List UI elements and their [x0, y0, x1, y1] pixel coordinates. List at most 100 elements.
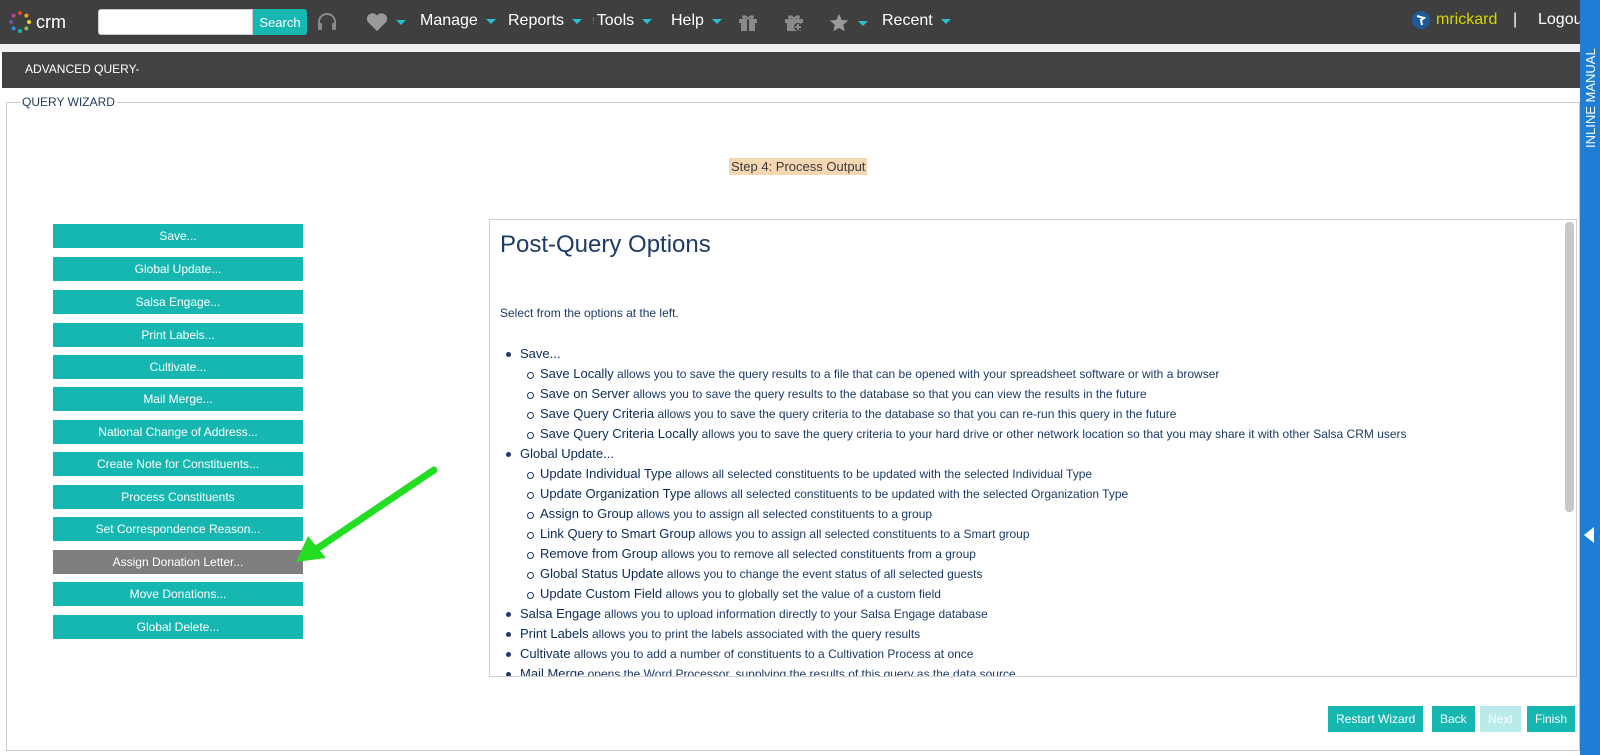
option-term: Print Labels [520, 626, 589, 641]
inline-manual-tab[interactable]: INLINE MANUAL [1580, 0, 1600, 755]
brand-name: crm [36, 11, 66, 32]
chevron-down-icon [940, 18, 951, 24]
option-description-item: Cultivate allows you to add a number of … [500, 644, 1560, 664]
option-description-item: Salsa Engage allows you to upload inform… [500, 604, 1560, 624]
option-description-item: Save... [500, 344, 1560, 364]
option-term: Save Query Criteria Locally [540, 426, 699, 441]
next-button[interactable]: Next [1480, 706, 1521, 732]
user-menu[interactable]: mrickard [1412, 11, 1497, 29]
option-description: allows you to upload information directl… [600, 607, 988, 621]
option-description-item: Print Labels allows you to print the lab… [500, 624, 1560, 644]
menu-tools[interactable]: ! Tools [592, 12, 653, 30]
page-header: ADVANCED QUERY- [2, 52, 1580, 88]
option-description-item: Save Query Criteria allows you to save t… [500, 404, 1560, 424]
menu-manage-label: Manage [420, 12, 478, 29]
panel-intro: Select from the options at the left. [500, 306, 679, 320]
menu-recent[interactable]: Recent [882, 12, 951, 30]
menu-reports[interactable]: Reports [508, 12, 583, 30]
option-term: Remove from Group [540, 546, 658, 561]
option-description-item: Save on Server allows you to save the qu… [500, 384, 1560, 404]
chevron-down-icon [642, 18, 653, 24]
page-title: ADVANCED QUERY- [25, 62, 140, 76]
option-ncoa-button[interactable]: National Change of Address... [53, 420, 303, 444]
top-nav-bar: crm Search Manage Reports ! Tools Help R… [0, 0, 1600, 44]
option-description: opens the Word Processor, supplying the … [584, 667, 1016, 677]
option-description: allows you to save the query results to … [629, 387, 1147, 401]
chevron-down-icon [858, 20, 868, 26]
finish-button[interactable]: Finish [1527, 706, 1576, 732]
option-move-donations-button[interactable]: Move Donations... [53, 582, 303, 606]
header-separator: | [1513, 11, 1518, 28]
option-description-item: Update Organization Type allows all sele… [500, 484, 1560, 504]
crm-logo[interactable]: crm [8, 8, 72, 36]
option-term: Save on Server [540, 386, 630, 401]
menu-reports-label: Reports [508, 12, 565, 29]
starred-menu[interactable] [828, 12, 868, 34]
option-description: allows you to save the query results to … [613, 367, 1220, 381]
option-description: allows you to save the query criteria to… [654, 407, 1177, 421]
option-term: Update Organization Type [540, 486, 691, 501]
favorites-menu[interactable] [366, 12, 406, 32]
option-description: allows you to save the query criteria to… [698, 427, 1407, 441]
search-button[interactable]: Search [253, 9, 307, 35]
option-assign-donation-letter-button[interactable]: Assign Donation Letter... [53, 550, 303, 574]
option-description-item: Save Query Criteria Locally allows you t… [500, 424, 1560, 444]
option-description: allows you to assign all selected consti… [695, 527, 1030, 541]
search-input[interactable] [98, 9, 253, 35]
option-description-item: Save Locally allows you to save the quer… [500, 364, 1560, 384]
panel-scrollbar[interactable] [1565, 222, 1574, 512]
back-button[interactable]: Back [1432, 706, 1475, 732]
option-salsa-engage-button[interactable]: Salsa Engage... [53, 290, 303, 314]
option-save-button[interactable]: Save... [53, 224, 303, 248]
logout-link[interactable]: Logou [1538, 11, 1583, 29]
option-description-item: Remove from Group allows you to remove a… [500, 544, 1560, 564]
option-term: Update Individual Type [540, 466, 673, 481]
option-term: Global Update... [520, 446, 614, 461]
user-avatar-icon [1412, 11, 1430, 29]
restart-wizard-button[interactable]: Restart Wizard [1328, 706, 1424, 732]
option-cultivate-button[interactable]: Cultivate... [53, 355, 303, 379]
option-global-delete-button[interactable]: Global Delete... [53, 615, 303, 639]
option-set-correspondence-button[interactable]: Set Correspondence Reason... [53, 517, 303, 541]
collapse-arrow-icon[interactable] [1584, 527, 1594, 543]
option-description: allows all selected constituents to be u… [672, 467, 1093, 481]
option-term: Save Locally [540, 366, 614, 381]
inline-manual-label: INLINE MANUAL [1583, 48, 1598, 148]
option-term: Link Query to Smart Group [540, 526, 696, 541]
menu-recent-label: Recent [882, 12, 933, 29]
option-create-note-button[interactable]: Create Note for Constituents... [53, 452, 303, 476]
headset-icon[interactable] [315, 10, 339, 34]
menu-help-label: Help [671, 12, 704, 29]
menu-help[interactable]: Help [671, 12, 722, 30]
option-term: Global Status Update [540, 566, 664, 581]
option-term: Assign to Group [540, 506, 634, 521]
option-process-constituents-button[interactable]: Process Constituents [53, 485, 303, 509]
gift-add-icon[interactable] [782, 10, 806, 34]
option-description: allows you to add a number of constituen… [570, 647, 974, 661]
option-print-labels-button[interactable]: Print Labels... [53, 323, 303, 347]
pointer-arrow-icon [296, 466, 438, 562]
option-description-item: Assign to Group allows you to assign all… [500, 504, 1560, 524]
menu-manage[interactable]: Manage [420, 12, 496, 30]
option-mail-merge-button[interactable]: Mail Merge... [53, 387, 303, 411]
wizard-legend: QUERY WIZARD [20, 95, 117, 109]
option-description: allows you to assign all selected consti… [633, 507, 933, 521]
menu-tools-label: Tools [596, 12, 635, 29]
option-term: Update Custom Field [540, 586, 663, 601]
heart-icon [366, 13, 388, 32]
options-description-list: Save... Save Locally allows you to save t… [500, 344, 1560, 677]
option-description-item: Update Individual Type allows all select… [500, 464, 1560, 484]
option-global-update-button[interactable]: Global Update... [53, 257, 303, 281]
gift-icon[interactable] [736, 10, 760, 34]
chevron-down-icon [396, 19, 406, 25]
option-description-item: Update Custom Field allows you to global… [500, 584, 1560, 604]
star-icon [829, 13, 849, 32]
option-term: Cultivate [520, 646, 571, 661]
option-description-item: Mail Merge opens the Word Processor, sup… [500, 664, 1560, 677]
user-name: mrickard [1436, 11, 1498, 28]
logo-ring-icon [9, 11, 31, 33]
chevron-down-icon [711, 18, 722, 24]
post-query-options-panel: Post-Query Options Select from the optio… [489, 219, 1577, 677]
option-description: allows you to print the labels associate… [588, 627, 921, 641]
header-spacer [0, 44, 1580, 52]
